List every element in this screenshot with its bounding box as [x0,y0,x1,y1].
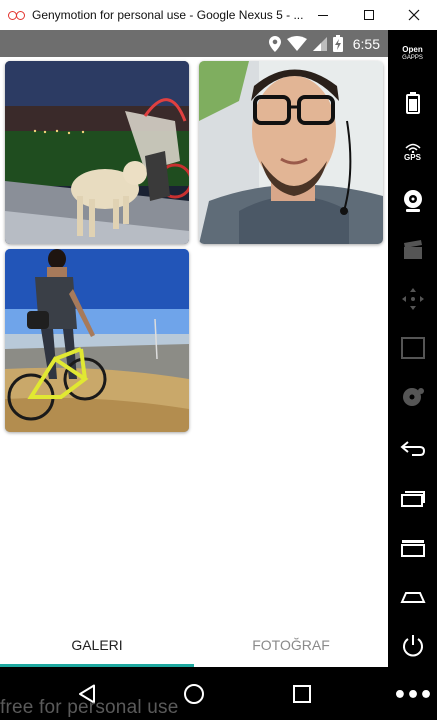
dpad-icon [401,288,424,310]
gps-signal-icon [404,143,421,153]
status-time: 6:55 [352,35,380,52]
opengapps-line2: GAPPS [402,55,423,61]
home-icon [399,592,426,603]
side-back-button[interactable] [388,425,437,473]
webcam-button[interactable] [388,177,437,225]
maximize-icon [364,10,374,20]
device-id-button[interactable] [388,324,437,372]
photo-selfie-image [199,61,383,244]
power-icon [402,635,423,657]
clapperboard-icon [403,240,422,259]
genymotion-sidebar: Open GAPPS GPS ••• [388,30,437,720]
wifi-icon [286,36,307,51]
photo-dog-night[interactable] [5,61,189,244]
close-button[interactable] [391,0,437,30]
more-options-button[interactable]: ••• [388,671,437,719]
gps-label: GPS [404,152,421,162]
window-title: Genymotion for personal use - Google Nex… [32,8,304,22]
minimize-icon [318,15,328,16]
maximize-button[interactable] [346,0,392,30]
android-nav-bar: free for personal use [0,667,388,720]
tab-galeri-label: GALERI [71,636,123,653]
menu-icon [400,540,425,557]
side-home-button[interactable] [388,573,437,621]
tab-galeri[interactable]: GALERI [0,622,194,667]
close-icon [408,9,420,21]
nav-home-button[interactable] [176,677,212,711]
battery-charging-icon [332,35,343,52]
gallery-content[interactable] [0,57,388,667]
personal-use-watermark: free for personal use [0,697,179,718]
webcam-icon [403,190,422,212]
opengapps-button[interactable]: Open GAPPS [388,30,437,78]
battery-icon [405,92,420,114]
photo-bicycle[interactable] [5,249,189,432]
home-circle-icon [184,684,204,704]
tab-fotograf-label: FOTOĞRAF [252,636,330,653]
tab-bar: GALERI FOTOĞRAF [0,622,388,667]
tab-fotograf[interactable]: FOTOĞRAF [194,622,388,667]
nav-recents-button[interactable] [284,677,320,711]
signal-icon [312,36,327,51]
photo-bicycle-image [5,249,189,432]
opengapps-line1: Open [402,45,423,54]
disk-button[interactable] [388,373,437,421]
side-recents-button[interactable] [388,474,437,522]
back-arrow-icon [399,441,425,456]
dpad-button[interactable] [388,275,437,323]
minimize-button[interactable] [300,0,346,30]
id-card-icon [400,337,425,359]
battery-button[interactable] [388,79,437,127]
status-bar: 6:55 [0,30,388,57]
power-button[interactable] [388,622,437,670]
window-title-bar: Genymotion for personal use - Google Nex… [0,0,437,30]
photo-dog-night-image [5,61,189,244]
recents-square-icon [293,685,311,703]
disk-icon [402,388,424,406]
side-menu-button[interactable] [388,524,437,572]
screen-capture-button[interactable] [388,226,437,274]
opengapps-icon: Open GAPPS [402,46,423,62]
photo-selfie[interactable] [199,61,383,244]
gps-button[interactable]: GPS [388,128,437,176]
genymotion-logo-icon [8,10,26,20]
location-icon [268,35,281,52]
more-dots-icon: ••• [392,682,433,708]
recent-apps-icon [400,491,425,507]
